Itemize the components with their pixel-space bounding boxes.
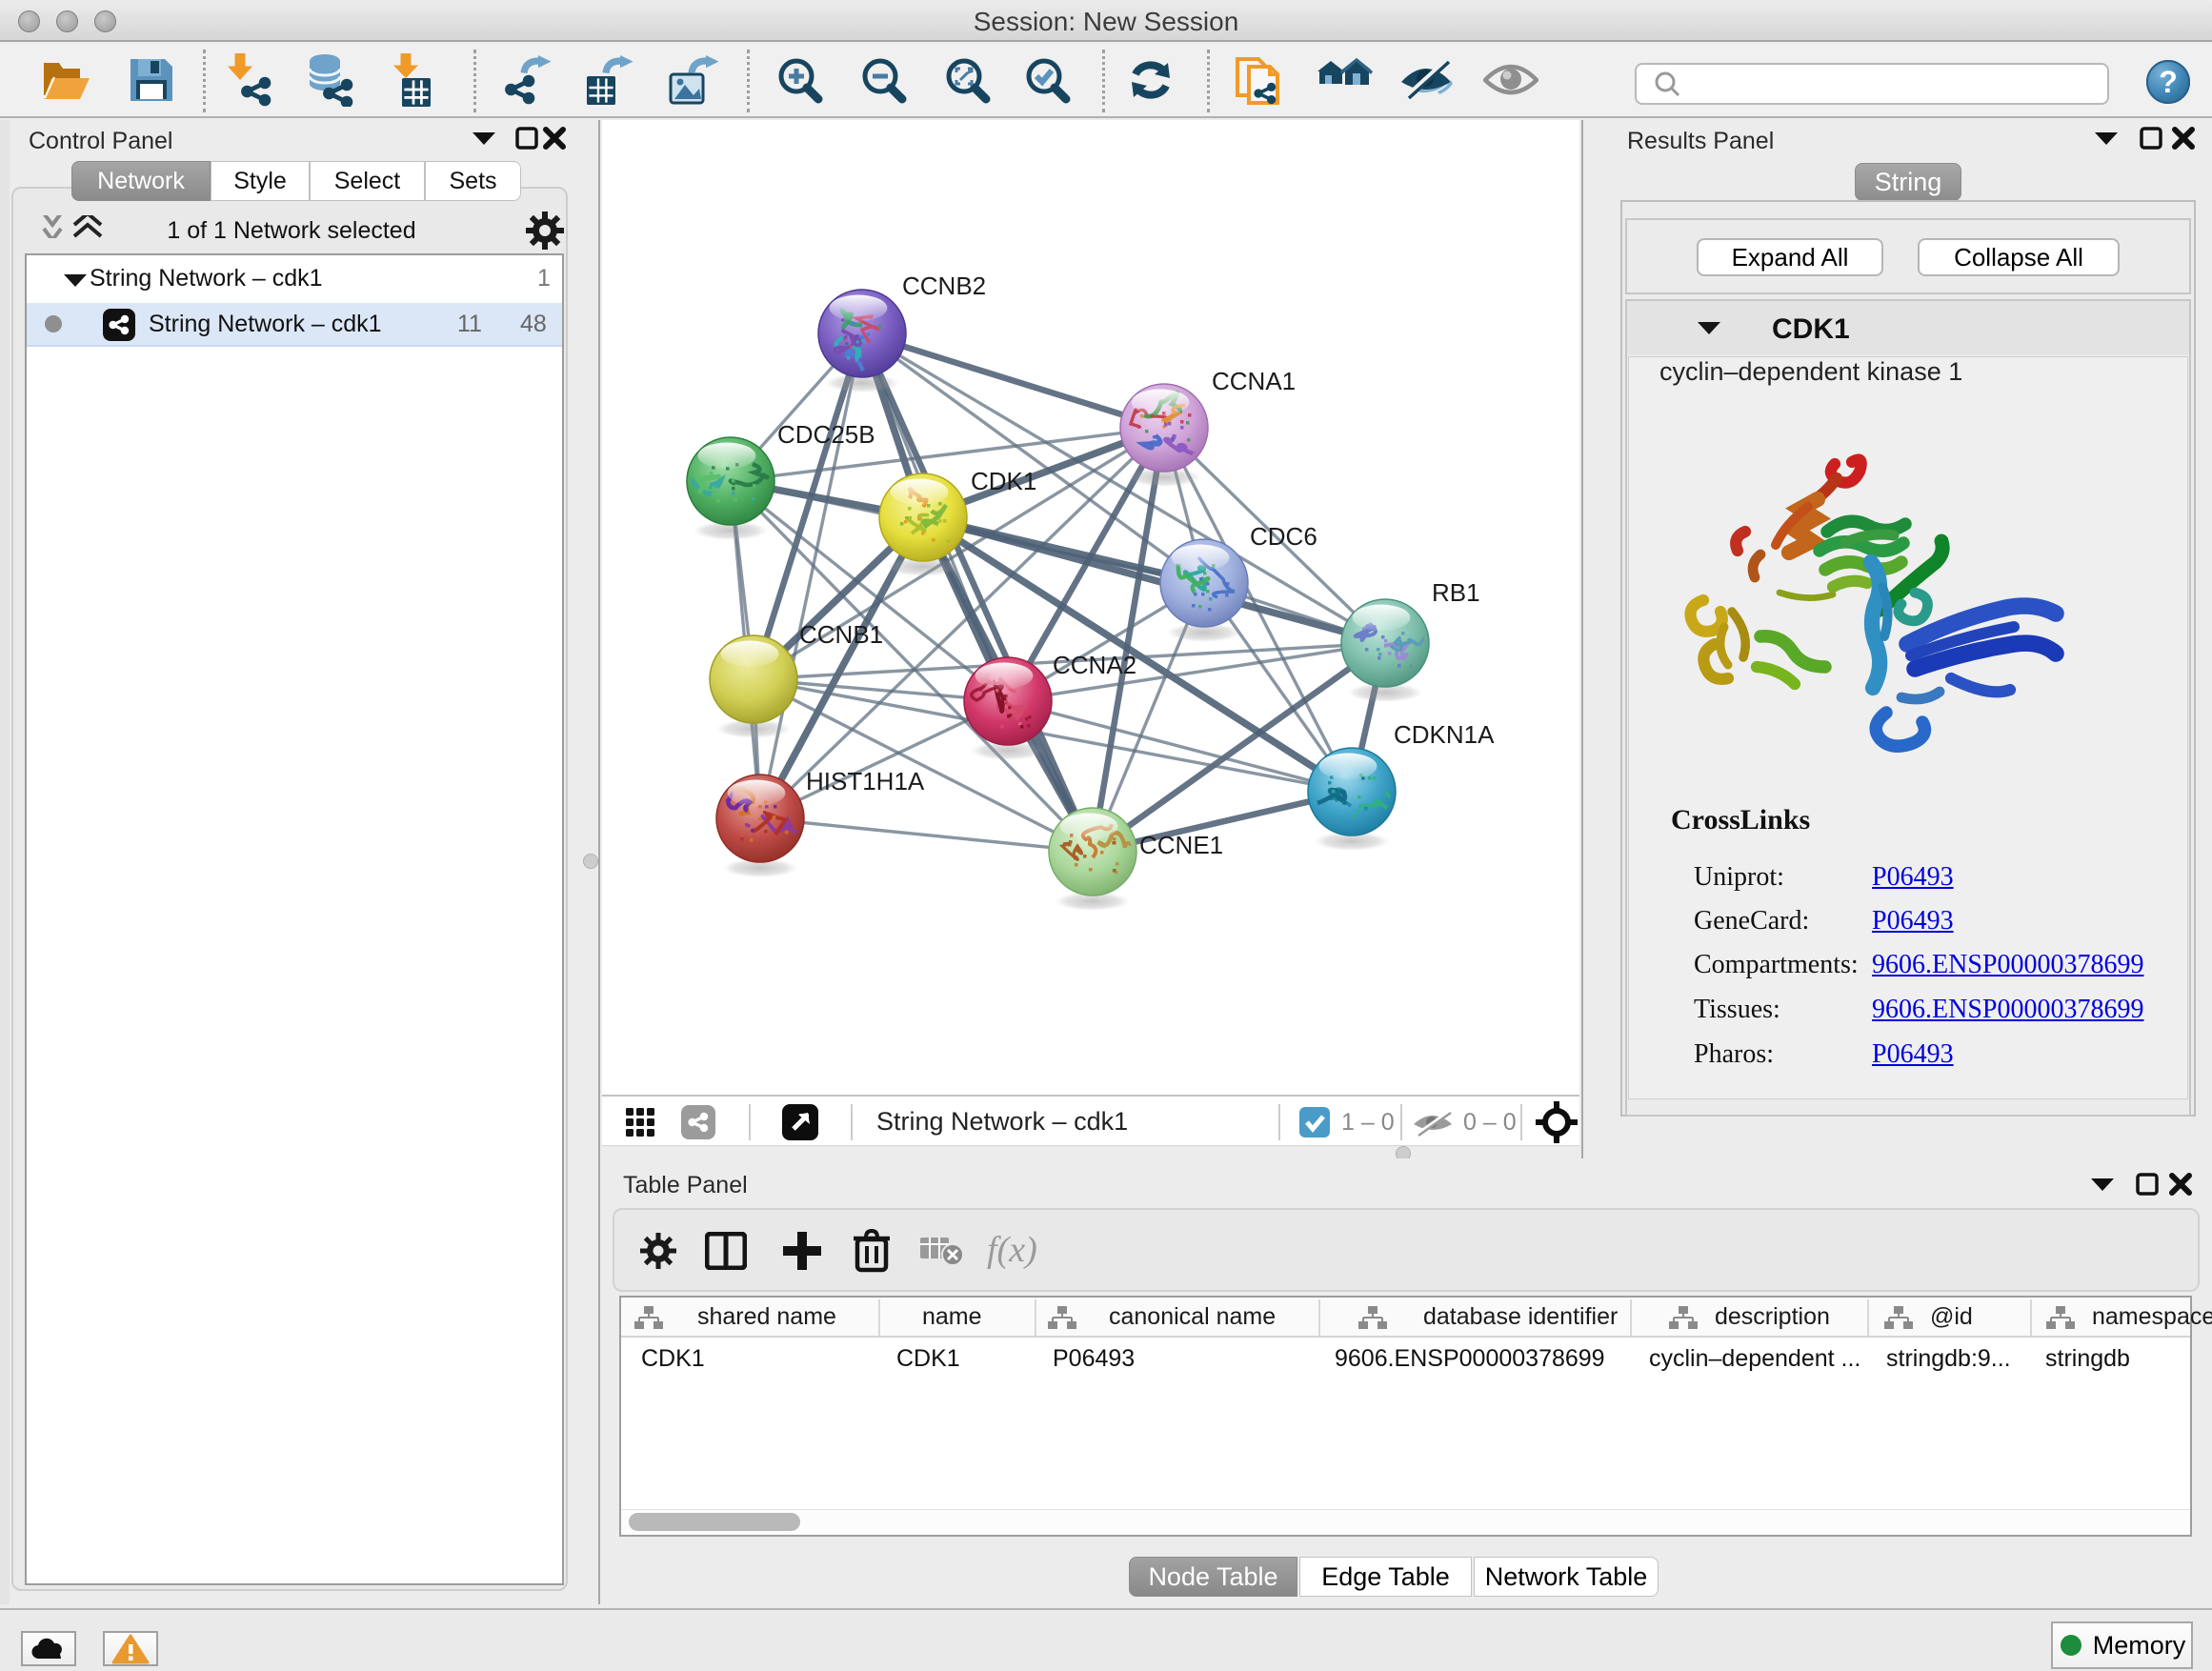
svg-text:?: ? — [2159, 65, 2178, 99]
svg-text:CCNA2: CCNA2 — [1053, 651, 1136, 679]
svg-text:HIST1H1A: HIST1H1A — [806, 767, 925, 795]
svg-text:CDC25B: CDC25B — [777, 420, 875, 449]
svg-text:RB1: RB1 — [1432, 578, 1480, 607]
svg-text:CDKN1A: CDKN1A — [1394, 720, 1495, 749]
svg-text:CCNB1: CCNB1 — [799, 620, 883, 649]
svg-text:CDC6: CDC6 — [1250, 522, 1317, 551]
svg-text:CCNB2: CCNB2 — [902, 272, 986, 300]
svg-text:CCNA1: CCNA1 — [1212, 367, 1296, 395]
svg-text:CCNE1: CCNE1 — [1139, 831, 1223, 859]
svg-text:CDK1: CDK1 — [971, 467, 1036, 495]
